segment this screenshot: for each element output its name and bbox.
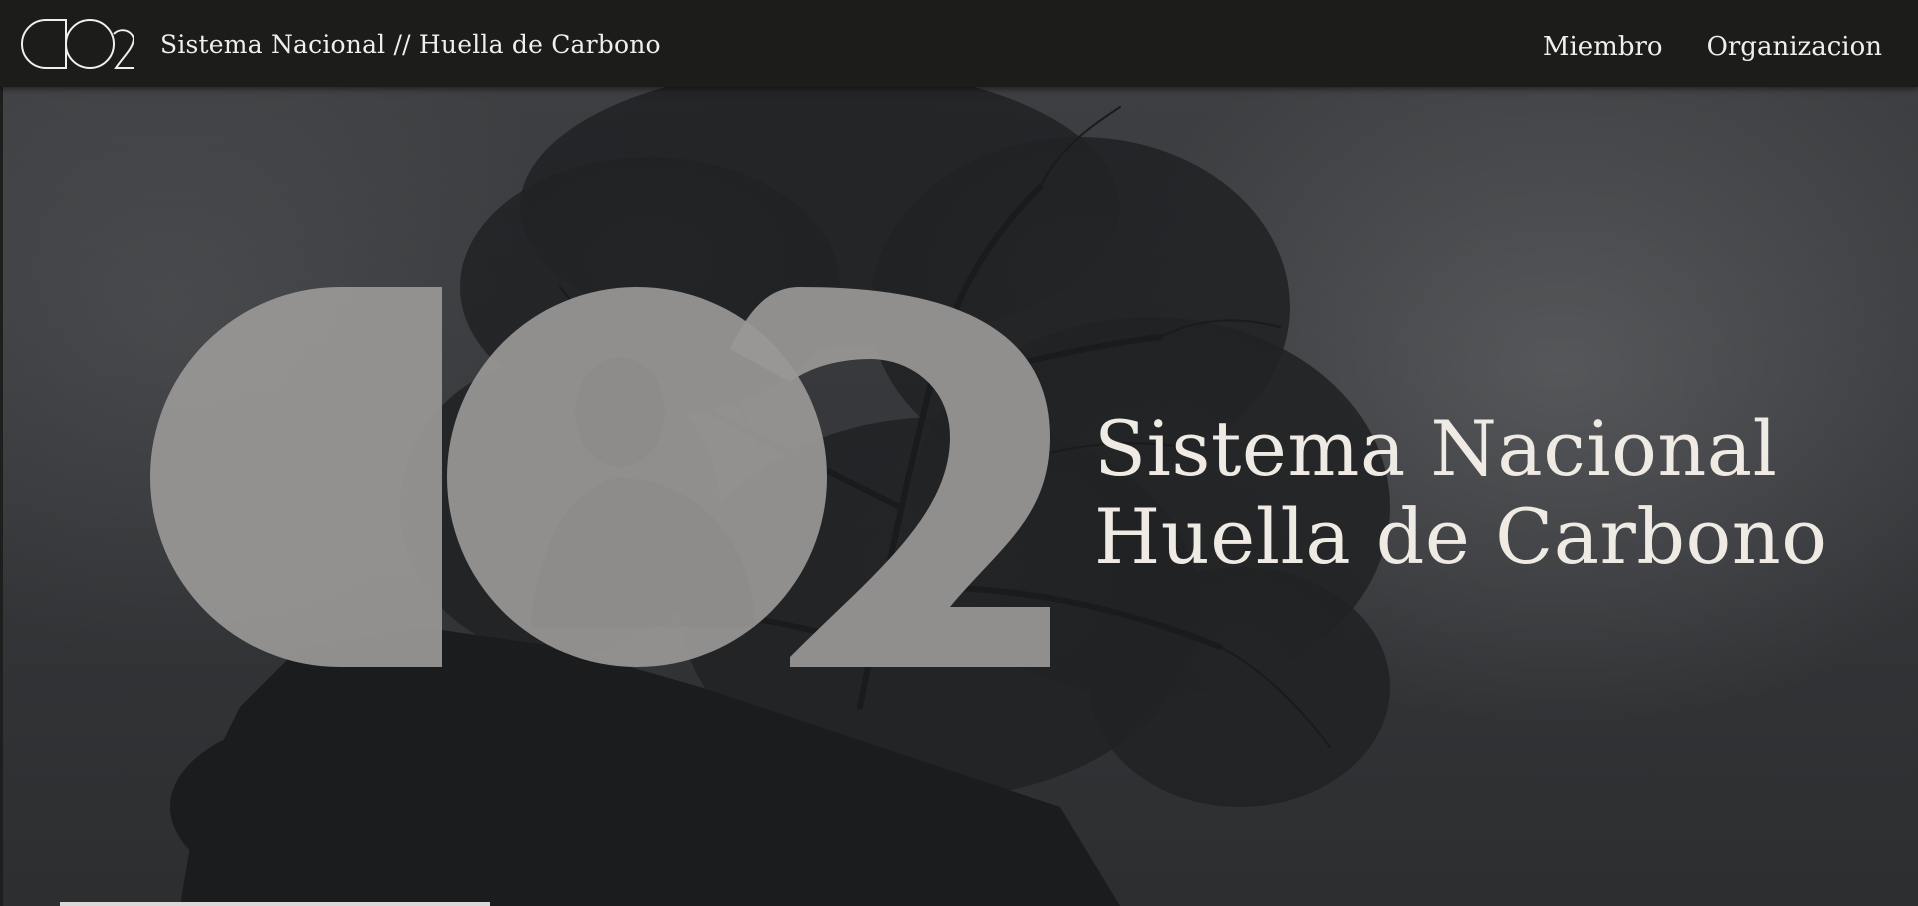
nav-links: Miembro Organizacion	[1543, 0, 1882, 94]
hero-left-edge	[0, 87, 3, 906]
page: Sistema Nacional // Huella de Carbono Mi…	[0, 0, 1918, 906]
hero-title-line-2: Huella de Carbono	[1094, 492, 1828, 581]
nav-link-organizacion[interactable]: Organizacion	[1707, 32, 1882, 62]
co2-outline-logo-icon	[21, 19, 134, 69]
hero-title-line-1: Sistema Nacional	[1094, 404, 1778, 493]
brand-home-link[interactable]: Sistema Nacional // Huella de Carbono	[16, 14, 661, 74]
top-navbar: Sistema Nacional // Huella de Carbono Mi…	[0, 0, 1918, 87]
nav-link-miembro[interactable]: Miembro	[1543, 32, 1663, 62]
hero-title: Sistema Nacional Huella de Carbono	[1094, 405, 1827, 581]
bottom-divider	[60, 902, 490, 906]
co2-large-logo-icon	[150, 287, 1050, 667]
brand-title: Sistema Nacional // Huella de Carbono	[160, 29, 661, 59]
hero-section: Sistema Nacional Huella de Carbono	[0, 87, 1918, 906]
